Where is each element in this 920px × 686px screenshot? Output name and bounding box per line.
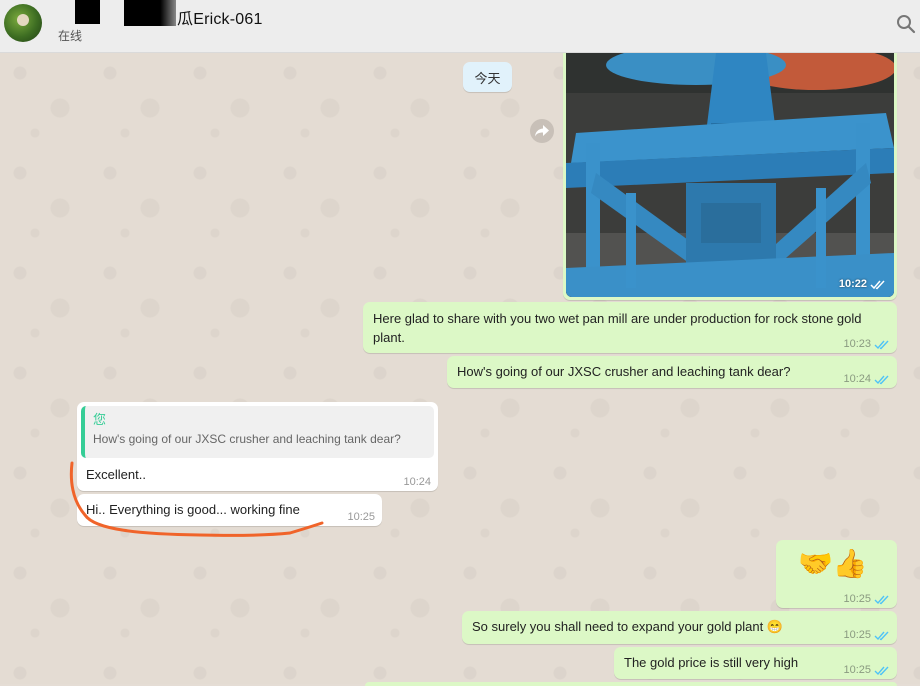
- outgoing-message[interactable]: Here glad to share with you two wet pan …: [363, 302, 897, 353]
- message-time: 10:25: [843, 664, 871, 676]
- message-time: 10:25: [347, 511, 375, 523]
- outgoing-emoji-message[interactable]: 🤝👍 10:25: [776, 540, 897, 608]
- redacted-block: [75, 0, 100, 24]
- message-meta: 10:23: [843, 338, 890, 350]
- redacted-fade: [262, 4, 302, 24]
- outgoing-message[interactable]: So surely you shall need to expand your …: [462, 611, 897, 644]
- search-icon[interactable]: [896, 14, 916, 34]
- incoming-reply-message[interactable]: 您 How's going of our JXSC crusher and le…: [77, 402, 438, 491]
- message-text: How's going of our JXSC crusher and leac…: [457, 364, 791, 379]
- forward-icon[interactable]: [530, 119, 554, 143]
- quoted-message[interactable]: 您 How's going of our JXSC crusher and le…: [81, 406, 434, 458]
- message-text: Here glad to share with you two wet pan …: [373, 311, 862, 345]
- double-check-icon: [874, 631, 889, 640]
- message-text: The gold price is still very high: [624, 655, 799, 670]
- redacted-block: [124, 0, 176, 26]
- message-meta: 10:25: [843, 593, 890, 605]
- double-check-icon: [874, 666, 889, 675]
- emoji-text: 🤝👍: [798, 548, 868, 579]
- message-text: Hi.. Everything is good... working fine: [86, 502, 300, 517]
- message-time: 10:25: [843, 629, 871, 641]
- quote-author: 您: [93, 412, 107, 427]
- message-text: So surely you shall need to expand your …: [472, 619, 784, 634]
- message-photo[interactable]: 10:22: [566, 53, 894, 297]
- message-meta: 10:25: [347, 511, 375, 523]
- double-check-icon: [870, 279, 885, 289]
- message-time: 10:23: [843, 338, 871, 350]
- chat-header: 瓜Erick-061 在线: [0, 0, 920, 53]
- double-check-icon: [874, 375, 889, 384]
- message-text: Excellent..: [86, 467, 146, 482]
- outgoing-message[interactable]: How's going of our JXSC crusher and leac…: [447, 356, 897, 388]
- incoming-message[interactable]: Hi.. Everything is good... working fine …: [77, 494, 382, 526]
- forward-arrow-icon: [535, 125, 549, 137]
- message-meta: 10:25: [843, 629, 890, 641]
- message-meta: 10:24: [843, 373, 890, 385]
- message-meta: 10:24: [403, 476, 431, 488]
- contact-status: 在线: [58, 29, 83, 43]
- double-check-icon: [874, 595, 889, 604]
- date-divider: 今天: [463, 62, 512, 92]
- message-time: 10:24: [403, 476, 431, 488]
- message-meta: 10:22: [839, 278, 886, 290]
- double-check-icon: [874, 340, 889, 349]
- quote-text: How's going of our JXSC crusher and leac…: [93, 432, 401, 446]
- photo-content: [566, 53, 894, 297]
- image-message[interactable]: 10:22: [563, 53, 897, 300]
- message-meta: 10:25: [843, 664, 890, 676]
- contact-name[interactable]: 瓜Erick-061: [177, 5, 263, 29]
- message-time: 10:25: [843, 593, 871, 605]
- avatar[interactable]: [4, 4, 42, 42]
- outgoing-message[interactable]: The gold price is still very high 10:25: [614, 647, 897, 679]
- message-time: 10:24: [843, 373, 871, 385]
- message-time: 10:22: [838, 278, 867, 290]
- next-message-edge: [365, 682, 897, 686]
